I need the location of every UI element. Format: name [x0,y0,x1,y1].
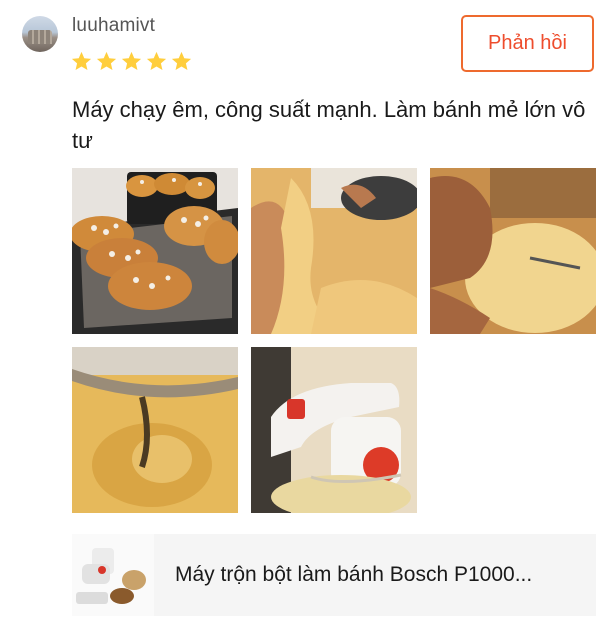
user-avatar[interactable] [22,16,58,52]
mixer-bowl-image [72,347,238,513]
avatar-colosseum-image [28,30,52,44]
stand-mixer-image [251,347,417,513]
rating-stars [70,50,193,73]
product-name: Máy trộn bột làm bánh Bosch P1000... [175,563,533,586]
dough-stretch-image [251,168,417,334]
dough-knead-image [430,168,596,334]
product-thumbnail [72,534,154,616]
review-photo-stand-mixer[interactable] [251,347,417,513]
reviewer-username: luuhamivt [72,15,156,36]
baked-buns-image [72,168,238,334]
star-icon [121,51,142,71]
star-icon [171,51,192,71]
review-photo-dough-stretch[interactable] [251,168,417,334]
star-icon [96,51,117,71]
reply-button[interactable]: Phản hồi [461,15,594,72]
review-photo-mixer-bowl[interactable] [72,347,238,513]
star-icon [71,51,92,71]
product-card[interactable]: Máy trộn bột làm bánh Bosch P1000... [72,534,596,616]
star-icon [146,51,167,71]
review-photo-baked-buns[interactable] [72,168,238,334]
review-text: Máy chạy êm, công suất mạnh. Làm bánh mẻ… [72,97,586,153]
review-photo-dough-knead[interactable] [430,168,596,334]
product-image [72,534,154,616]
